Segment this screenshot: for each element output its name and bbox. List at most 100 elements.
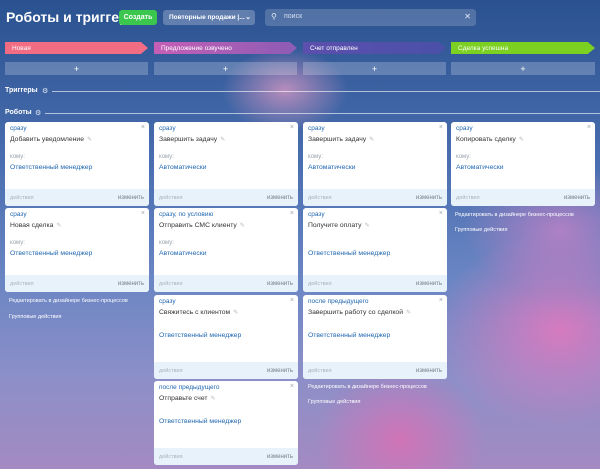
recipient-value[interactable]: Автоматически bbox=[159, 164, 207, 171]
stage-offer[interactable]: Предложение озвучено bbox=[154, 42, 297, 54]
edit-link[interactable]: изменить bbox=[267, 368, 293, 374]
actions-link[interactable]: действия bbox=[159, 195, 183, 201]
robot-card[interactable]: после предыдущего × Отправьте счет ✎ Отве… bbox=[154, 381, 298, 465]
pencil-icon[interactable]: ✎ bbox=[56, 223, 61, 229]
robot-condition[interactable]: сразу bbox=[308, 125, 325, 132]
actions-link[interactable]: действия bbox=[159, 281, 183, 287]
pencil-icon[interactable]: ✎ bbox=[365, 223, 370, 229]
edit-link[interactable]: изменить bbox=[564, 195, 590, 201]
edit-link[interactable]: изменить bbox=[267, 454, 293, 460]
create-button[interactable]: Создать bbox=[119, 10, 157, 25]
close-icon[interactable]: × bbox=[439, 210, 443, 217]
actions-link[interactable]: действия bbox=[159, 454, 183, 460]
robot-condition[interactable]: после предыдущего bbox=[159, 384, 219, 391]
group-actions-link[interactable]: Групповые действия bbox=[9, 314, 61, 320]
robot-condition[interactable]: сразу bbox=[10, 125, 27, 132]
actions-link[interactable]: действия bbox=[10, 195, 34, 201]
robot-condition[interactable]: сразу bbox=[159, 298, 176, 305]
recipient-value[interactable]: Автоматически bbox=[308, 164, 356, 171]
pipeline-select[interactable]: Повторные продажи |... ⌄ bbox=[163, 10, 255, 25]
actions-link[interactable]: действия bbox=[159, 368, 183, 374]
actions-link[interactable]: действия bbox=[10, 281, 34, 287]
gear-icon[interactable]: ⚙ bbox=[35, 109, 41, 117]
close-icon[interactable]: × bbox=[141, 210, 145, 217]
robot-card[interactable]: сразу × Добавить уведомление ✎ кому: Отве… bbox=[5, 122, 149, 206]
designer-link[interactable]: Редактировать в дизайнере бизнес-процесс… bbox=[455, 212, 574, 218]
close-icon[interactable]: × bbox=[290, 210, 294, 217]
recipient-value[interactable]: Автоматически bbox=[456, 164, 504, 171]
close-icon[interactable]: × bbox=[290, 383, 294, 390]
actions-link[interactable]: действия bbox=[308, 368, 332, 374]
edit-link[interactable]: изменить bbox=[118, 281, 144, 287]
recipient-value[interactable]: Ответственный менеджер bbox=[308, 250, 390, 257]
robot-name-text: Добавить уведомление bbox=[10, 136, 84, 143]
pencil-icon[interactable]: ✎ bbox=[87, 137, 92, 143]
robot-card[interactable]: сразу × Завершить задачу ✎ кому: Автомати… bbox=[154, 122, 298, 206]
robot-name: Копировать сделку ✎ bbox=[456, 136, 524, 143]
stage-invoice[interactable]: Счет отправлен bbox=[303, 42, 446, 54]
robot-condition[interactable]: сразу bbox=[159, 125, 176, 132]
pencil-icon[interactable]: ✎ bbox=[406, 310, 411, 316]
recipient-value[interactable]: Ответственный менеджер bbox=[159, 418, 241, 425]
group-actions-link[interactable]: Групповые действия bbox=[308, 399, 360, 405]
robot-condition[interactable]: сразу bbox=[308, 211, 325, 218]
robot-card[interactable]: сразу × Свяжитесь с клиентом ✎ Ответствен… bbox=[154, 295, 298, 379]
robot-name: Завершить задачу ✎ bbox=[159, 136, 225, 143]
edit-link[interactable]: изменить bbox=[416, 195, 442, 201]
divider bbox=[52, 91, 600, 92]
robot-card[interactable]: после предыдущего × Завершить работу со … bbox=[303, 295, 447, 379]
robot-condition[interactable]: сразу bbox=[456, 125, 473, 132]
close-icon[interactable]: × bbox=[439, 124, 443, 131]
edit-link[interactable]: изменить bbox=[267, 195, 293, 201]
recipient-value[interactable]: Ответственный менеджер bbox=[308, 332, 390, 339]
recipient-value[interactable]: Ответственный менеджер bbox=[10, 250, 92, 257]
robot-card[interactable]: сразу, по условию × Отправить СМС клиент… bbox=[154, 208, 298, 292]
robot-card[interactable]: сразу × Завершить задачу ✎ кому: Автомати… bbox=[303, 122, 447, 206]
pencil-icon[interactable]: ✎ bbox=[211, 396, 216, 402]
add-stage-button[interactable]: + bbox=[5, 62, 148, 75]
edit-link[interactable]: изменить bbox=[416, 281, 442, 287]
designer-link[interactable]: Редактировать в дизайнере бизнес-процесс… bbox=[308, 384, 427, 390]
edit-link[interactable]: изменить bbox=[267, 281, 293, 287]
close-icon[interactable]: × bbox=[439, 297, 443, 304]
recipient-label: кому: bbox=[159, 240, 174, 246]
robot-name: Отправить СМС клиенту ✎ bbox=[159, 222, 245, 229]
clear-search-icon[interactable]: ✕ bbox=[464, 12, 471, 21]
add-stage-button[interactable]: + bbox=[303, 62, 446, 75]
designer-link[interactable]: Редактировать в дизайнере бизнес-процесс… bbox=[9, 298, 128, 304]
close-icon[interactable]: × bbox=[290, 297, 294, 304]
chevron-down-icon: ⌄ bbox=[245, 14, 251, 21]
edit-link[interactable]: изменить bbox=[416, 368, 442, 374]
stage-new[interactable]: Новая bbox=[5, 42, 148, 54]
pencil-icon[interactable]: ✎ bbox=[240, 223, 245, 229]
robot-name: Свяжитесь с клиентом ✎ bbox=[159, 309, 238, 316]
robot-card[interactable]: сразу × Копировать сделку ✎ кому: Автомат… bbox=[451, 122, 595, 206]
edit-link[interactable]: изменить bbox=[118, 195, 144, 201]
robot-condition[interactable]: сразу, по условию bbox=[159, 211, 213, 218]
robot-condition[interactable]: после предыдущего bbox=[308, 298, 368, 305]
robot-name: Завершить задачу ✎ bbox=[308, 136, 374, 143]
recipient-value[interactable]: Ответственный менеджер bbox=[10, 164, 92, 171]
search-icon: ⚲ bbox=[271, 12, 277, 21]
recipient-value[interactable]: Автоматически bbox=[159, 250, 207, 257]
close-icon[interactable]: × bbox=[141, 124, 145, 131]
robot-card[interactable]: сразу × Получите оплату ✎ Ответственный м… bbox=[303, 208, 447, 292]
actions-link[interactable]: действия bbox=[308, 195, 332, 201]
search-input[interactable]: ⚲ поиск ✕ bbox=[265, 9, 476, 26]
pencil-icon[interactable]: ✎ bbox=[369, 137, 374, 143]
pencil-icon[interactable]: ✎ bbox=[519, 137, 524, 143]
add-stage-button[interactable]: + bbox=[154, 62, 297, 75]
pencil-icon[interactable]: ✎ bbox=[233, 310, 238, 316]
robot-condition[interactable]: сразу bbox=[10, 211, 27, 218]
recipient-value[interactable]: Ответственный менеджер bbox=[159, 332, 241, 339]
robot-card[interactable]: сразу × Новая сделка ✎ кому: Ответственны… bbox=[5, 208, 149, 292]
pencil-icon[interactable]: ✎ bbox=[220, 137, 225, 143]
close-icon[interactable]: × bbox=[587, 124, 591, 131]
gear-icon[interactable]: ⚙ bbox=[42, 87, 48, 95]
actions-link[interactable]: действия bbox=[308, 281, 332, 287]
add-stage-button[interactable]: + bbox=[451, 62, 595, 75]
close-icon[interactable]: × bbox=[290, 124, 294, 131]
group-actions-link[interactable]: Групповые действия bbox=[455, 227, 507, 233]
stage-success[interactable]: Сделка успешна bbox=[451, 42, 595, 54]
actions-link[interactable]: действия bbox=[456, 195, 480, 201]
